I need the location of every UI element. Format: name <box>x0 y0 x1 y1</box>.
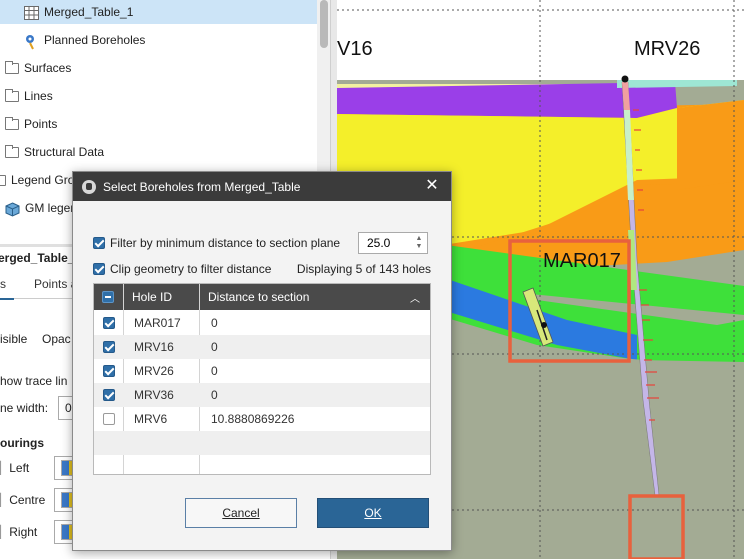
tab-settings[interactable]: s <box>0 270 14 300</box>
section-label-mar017: MAR017 <box>543 250 621 272</box>
table-row-empty <box>94 455 430 474</box>
app-logo-icon <box>82 179 96 194</box>
opacity-label: Opac <box>42 332 71 346</box>
min-distance-spinner[interactable]: ▲▼ <box>358 232 428 254</box>
hole-id-cell: MAR017 <box>134 316 181 330</box>
row-checkbox[interactable] <box>103 365 115 377</box>
tree-item-merged-table[interactable]: Merged_Table_1 <box>24 0 133 24</box>
clip-geometry-option[interactable]: Clip geometry to filter distance <box>93 262 271 276</box>
tree-item-points[interactable]: Points <box>5 112 57 136</box>
line-width-label: ne width: <box>0 401 49 415</box>
folder-icon <box>5 116 19 130</box>
table-row[interactable]: MRV26 0 <box>94 359 430 383</box>
hole-id-cell: MRV36 <box>134 388 174 402</box>
tree-scrollbar-thumb[interactable] <box>320 0 328 48</box>
colourings-label: ourings <box>0 436 44 450</box>
right-colouring-label: ▏Right <box>0 525 38 539</box>
folder-icon <box>5 144 19 158</box>
sort-ascending-icon[interactable]: ︿ <box>410 284 420 310</box>
holes-count-status: Displaying 5 of 143 holes <box>296 262 431 276</box>
tree-item-label: Structural Data <box>24 145 105 159</box>
table-row[interactable]: MAR017 0 <box>94 311 430 335</box>
filter-distance-checkbox[interactable] <box>93 237 105 249</box>
visible-label: isible <box>0 332 28 346</box>
tab-points[interactable]: Points a <box>34 270 77 298</box>
tree-item-label: Lines <box>24 89 53 103</box>
tree-item-legend-group[interactable]: Legend Grou <box>0 168 81 192</box>
table-row[interactable]: MRV6 10.8880869226 <box>94 407 430 431</box>
tree-item-label: Legend Grou <box>11 173 82 187</box>
distance-cell: 0 <box>211 316 218 330</box>
table-row[interactable]: MRV36 0 <box>94 383 430 407</box>
distance-cell: 10.8880869226 <box>211 412 295 426</box>
column-header-hole-id[interactable]: Hole ID <box>132 284 172 310</box>
ok-button[interactable]: OK <box>317 498 429 528</box>
dialog-title: Select Boreholes from Merged_Table <box>103 179 301 194</box>
left-colouring-label: ▏Left <box>0 461 30 475</box>
filter-distance-label: Filter by minimum distance to section pl… <box>110 236 341 250</box>
tree-item-label: Points <box>24 117 58 131</box>
select-boreholes-dialog: Select Boreholes from Merged_Table ✕ Fil… <box>72 171 452 551</box>
row-checkbox[interactable] <box>103 389 115 401</box>
hole-id-cell: MRV26 <box>134 364 174 378</box>
cube-icon <box>5 201 20 217</box>
folder-icon <box>5 60 19 74</box>
row-checkbox[interactable] <box>103 341 115 353</box>
clip-geometry-label: Clip geometry to filter distance <box>110 262 272 276</box>
column-header-distance[interactable]: Distance to section <box>208 284 309 310</box>
tree-item-gm-legend[interactable]: GM legen <box>5 196 77 220</box>
tree-item-label: Surfaces <box>24 61 72 75</box>
folder-icon <box>5 88 19 102</box>
hole-id-cell: MRV6 <box>134 412 168 426</box>
clip-geometry-checkbox[interactable] <box>93 263 105 275</box>
tree-item-lines[interactable]: Lines <box>5 84 53 108</box>
table-row[interactable]: MRV16 0 <box>94 335 430 359</box>
tree-item-label: GM legen <box>25 201 78 215</box>
select-all-checkbox[interactable] <box>102 284 114 310</box>
section-label-mrv26: MRV26 <box>634 38 701 60</box>
table-icon <box>24 5 39 20</box>
show-trace-label: how trace lin <box>0 374 68 388</box>
centre-colouring-label: ▏Centre <box>0 493 46 507</box>
dialog-title-bar[interactable]: Select Boreholes from Merged_Table ✕ <box>73 172 451 201</box>
folder-icon <box>0 174 6 186</box>
boreholes-table: Hole ID Distance to section ︿ MAR017 0 M… <box>93 283 431 475</box>
distance-cell: 0 <box>211 388 218 402</box>
tree-item-structural-data[interactable]: Structural Data <box>5 140 104 164</box>
row-checkbox[interactable] <box>103 413 115 425</box>
tree-item-surfaces[interactable]: Surfaces <box>5 56 71 80</box>
table-row-empty <box>94 431 430 455</box>
tree-item-planned-boreholes[interactable]: Planned Boreholes <box>24 28 145 52</box>
planned-borehole-icon <box>24 34 39 49</box>
table-header: Hole ID Distance to section ︿ <box>94 284 430 310</box>
min-distance-input[interactable] <box>359 235 417 251</box>
hole-id-cell: MRV16 <box>134 340 174 354</box>
tree-item-label: Merged_Table_1 <box>44 5 134 19</box>
distance-cell: 0 <box>211 340 218 354</box>
close-icon[interactable]: ✕ <box>422 176 442 196</box>
distance-cell: 0 <box>211 364 218 378</box>
tree-item-label: Planned Boreholes <box>44 33 146 47</box>
section-label-mrv16: V16 <box>337 38 373 60</box>
spinner-arrows-icon[interactable]: ▲ ▼ <box>414 235 424 251</box>
filter-distance-option[interactable]: Filter by minimum distance to section pl… <box>93 236 340 250</box>
row-checkbox[interactable] <box>103 317 115 329</box>
cancel-button[interactable]: Cancel <box>185 498 297 528</box>
